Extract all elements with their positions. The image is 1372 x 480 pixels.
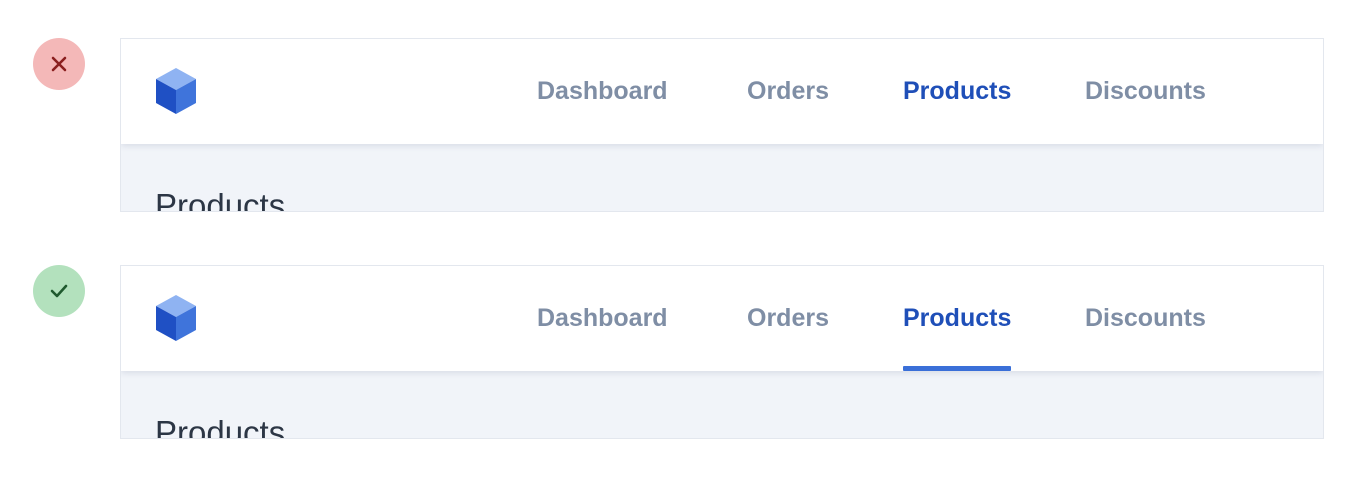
nav-item-dashboard[interactable]: Dashboard — [537, 266, 668, 371]
nav-item-label: Discounts — [1085, 304, 1206, 332]
app-frame: Dashboard Orders Products Discounts Prod… — [120, 38, 1324, 212]
top-navbar: Dashboard Orders Products Discounts — [121, 266, 1323, 371]
active-tab-underline — [903, 366, 1012, 371]
nav-item-label: Products — [903, 77, 1012, 105]
nav-item-label: Discounts — [1085, 77, 1206, 105]
cube-icon — [156, 295, 196, 341]
incorrect-badge — [33, 38, 85, 90]
nav-item-label: Orders — [747, 77, 829, 105]
nav-item-label: Products — [903, 304, 1012, 332]
cube-logo[interactable] — [154, 293, 198, 343]
nav-item-label: Dashboard — [537, 77, 668, 105]
check-icon — [50, 284, 68, 298]
nav-item-label: Dashboard — [537, 304, 668, 332]
correct-badge — [33, 265, 85, 317]
page-title: Products — [155, 187, 286, 212]
nav-item-products[interactable]: Products — [903, 266, 1012, 371]
nav-item-discounts[interactable]: Discounts — [1085, 39, 1206, 144]
cube-logo[interactable] — [154, 66, 198, 116]
nav-item-orders[interactable]: Orders — [747, 266, 829, 371]
nav-item-discounts[interactable]: Discounts — [1085, 266, 1206, 371]
top-navbar: Dashboard Orders Products Discounts — [121, 39, 1323, 144]
nav-item-orders[interactable]: Orders — [747, 39, 829, 144]
nav-item-products[interactable]: Products — [903, 39, 1011, 144]
app-frame: Dashboard Orders Products Discounts Prod… — [120, 265, 1324, 439]
page-title: Products — [155, 414, 286, 439]
nav-item-dashboard[interactable]: Dashboard — [537, 39, 668, 144]
cube-icon — [156, 68, 196, 114]
close-icon — [51, 56, 67, 72]
nav-item-label: Orders — [747, 304, 829, 332]
